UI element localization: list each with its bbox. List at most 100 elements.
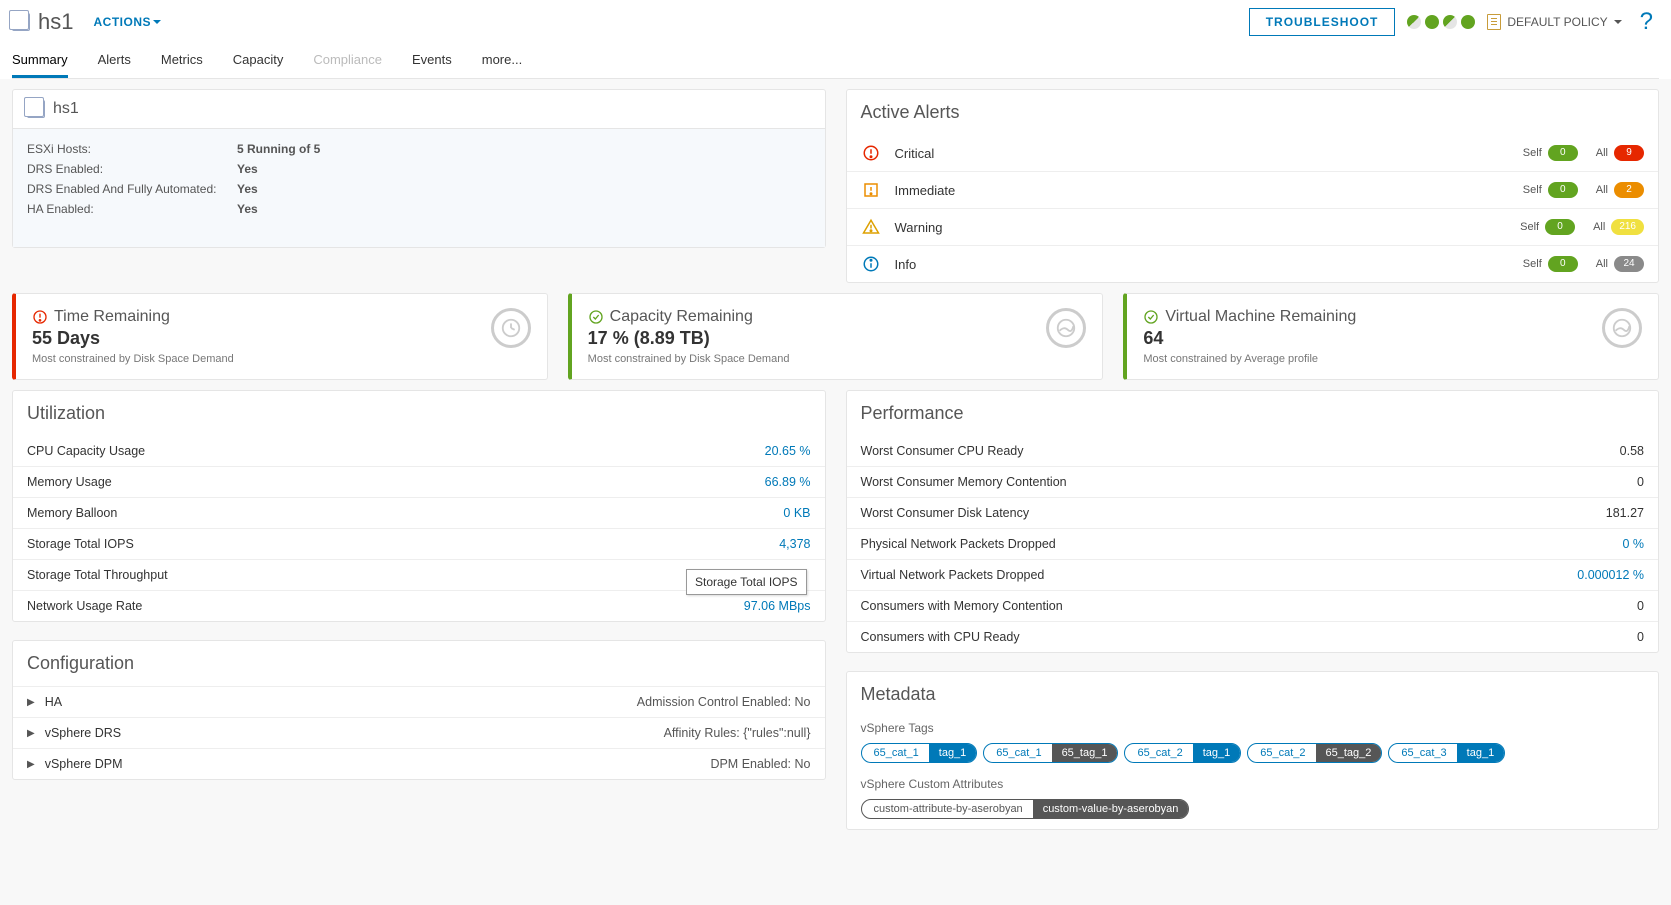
metric-row[interactable]: Memory Balloon 0 KB	[13, 497, 825, 528]
metric-value: 0	[1637, 630, 1644, 644]
tab-alerts[interactable]: Alerts	[98, 44, 131, 78]
metric-label: Worst Consumer CPU Ready	[861, 444, 1024, 458]
config-expand[interactable]: ▶vSphere DRS	[27, 726, 121, 740]
tag-category: 65_cat_2	[1248, 744, 1315, 762]
tab-summary[interactable]: Summary	[12, 44, 68, 78]
tag-value: tag_1	[1193, 744, 1241, 762]
config-expand[interactable]: ▶ vSphere DPM	[27, 757, 123, 771]
tag-value: tag_1	[1457, 744, 1505, 762]
metric-label: Network Usage Rate	[27, 599, 142, 613]
alert-severity-icon	[861, 143, 881, 163]
all-label: All	[1596, 184, 1608, 196]
panel-title: Active Alerts	[847, 90, 1659, 135]
config-value: Admission Control Enabled: No	[637, 695, 811, 709]
alert-row[interactable]: WarningSelf0All216	[847, 209, 1659, 246]
vsphere-tag[interactable]: 65_cat_165_tag_1	[983, 743, 1118, 763]
page-header: hs1 ACTIONS TROUBLESHOOT DEFAULT POLICY …	[0, 0, 1671, 79]
alert-row[interactable]: ImmediateSelf0All2	[847, 172, 1659, 209]
metric-row[interactable]: Consumers with CPU Ready 0	[847, 621, 1659, 652]
capacity-value: 55 Days	[32, 328, 234, 349]
all-count-pill: 9	[1614, 145, 1644, 161]
about-label: DRS Enabled And Fully Automated:	[27, 179, 237, 199]
actions-dropdown[interactable]: ACTIONS	[93, 15, 161, 29]
config-expand[interactable]: ▶HA	[27, 695, 62, 709]
metric-value: 20.65 %	[765, 444, 811, 458]
tag-value: 65_tag_1	[1052, 744, 1118, 762]
config-label: vSphere DRS	[45, 726, 121, 740]
vsphere-tag[interactable]: 65_cat_265_tag_2	[1247, 743, 1382, 763]
all-label: All	[1596, 147, 1608, 159]
self-count-pill: 0	[1548, 182, 1578, 198]
custom-attribute-tag[interactable]: custom-attribute-by-aserobyancustom-valu…	[861, 799, 1190, 819]
metric-value: 66.89 %	[765, 475, 811, 489]
about-label: DRS Enabled:	[27, 159, 237, 179]
vsphere-tag[interactable]: 65_cat_1tag_1	[861, 743, 978, 763]
capacity-icon	[1046, 308, 1086, 348]
all-count-pill: 216	[1611, 219, 1644, 235]
tag-category: 65_cat_3	[1389, 744, 1456, 762]
panel-title: Configuration	[13, 641, 825, 686]
metric-value: 0 %	[1622, 537, 1644, 551]
config-value: Affinity Rules: {"rules":null}	[664, 726, 811, 740]
capacity-card[interactable]: Capacity Remaining17 % (8.89 TB)Most con…	[568, 293, 1104, 380]
alert-severity-label: Immediate	[895, 183, 1523, 198]
all-count-pill: 24	[1614, 256, 1644, 272]
metric-label: Memory Balloon	[27, 506, 117, 520]
policy-label: DEFAULT POLICY	[1507, 15, 1607, 29]
metadata-subheader: vSphere Tags	[847, 717, 1659, 737]
capacity-card[interactable]: Virtual Machine Remaining64Most constrai…	[1123, 293, 1659, 380]
tab-events[interactable]: Events	[412, 44, 452, 78]
metric-row[interactable]: Consumers with Memory Contention0	[847, 590, 1659, 621]
health-dot	[1443, 15, 1457, 29]
alert-row[interactable]: InfoSelf0All24	[847, 246, 1659, 282]
tag-category: 65_cat_1	[984, 744, 1051, 762]
metric-row[interactable]: Physical Network Packets Dropped0 %	[847, 528, 1659, 559]
performance-panel: Performance Worst Consumer CPU Ready0.58…	[846, 390, 1660, 653]
page-title: hs1	[38, 9, 73, 35]
self-count-pill: 0	[1548, 145, 1578, 161]
tab-more[interactable]: more...	[482, 44, 522, 78]
metric-label: Storage Total Throughput	[27, 568, 168, 582]
chevron-right-icon: ▶	[27, 697, 35, 708]
vsphere-tag[interactable]: 65_cat_3tag_1	[1388, 743, 1505, 763]
vsphere-tag[interactable]: 65_cat_2tag_1	[1124, 743, 1241, 763]
alert-severity-label: Info	[895, 257, 1523, 272]
metric-row[interactable]: Memory Usage66.89 %	[13, 466, 825, 497]
capacity-sub: Most constrained by Disk Space Demand	[588, 353, 790, 365]
metric-row[interactable]: CPU Capacity Usage20.65 %	[13, 436, 825, 466]
policy-dropdown[interactable]: DEFAULT POLICY	[1487, 14, 1621, 30]
capacity-title: Time Remaining	[32, 308, 234, 326]
tab-capacity[interactable]: Capacity	[233, 44, 284, 78]
metric-label: Virtual Network Packets Dropped	[861, 568, 1045, 582]
alert-row[interactable]: CriticalSelf0All9	[847, 135, 1659, 172]
capacity-card[interactable]: Time Remaining55 DaysMost constrained by…	[12, 293, 548, 380]
troubleshoot-button[interactable]: TROUBLESHOOT	[1249, 8, 1396, 36]
metric-value: 0	[1637, 599, 1644, 613]
cluster-icon	[27, 100, 45, 118]
self-label: Self	[1520, 221, 1539, 233]
metric-label: Consumers with CPU Ready	[861, 630, 1020, 644]
metric-label: Storage Total IOPS	[27, 537, 134, 551]
panel-title: Performance	[847, 391, 1659, 436]
config-row: ▶HA Admission Control Enabled: No	[13, 686, 825, 717]
metadata-panel: Metadata vSphere Tags 65_cat_1tag_165_ca…	[846, 671, 1660, 830]
tab-metrics[interactable]: Metrics	[161, 44, 203, 78]
metric-row[interactable]: Storage Total IOPS4,378	[13, 528, 825, 559]
capacity-cards: Time Remaining 55 Days Most constrained by…	[12, 293, 1659, 380]
all-label: All	[1596, 258, 1608, 270]
metric-row[interactable]: Worst Consumer CPU Ready0.58	[847, 436, 1659, 466]
alert-severity-icon	[861, 180, 881, 200]
metric-value: 0 KB	[783, 506, 810, 520]
tag-category: 65_cat_1	[862, 744, 929, 762]
health-indicators[interactable]	[1407, 15, 1475, 29]
about-value: Yes	[237, 179, 258, 199]
capacity-title: Capacity Remaining	[588, 308, 790, 326]
about-row: DRS Enabled:Yes	[27, 159, 811, 179]
chevron-right-icon: ▶	[27, 759, 35, 770]
metric-row[interactable]: Worst Consumer Memory Contention0	[847, 466, 1659, 497]
metric-row[interactable]: Worst Consumer Disk Latency181.27	[847, 497, 1659, 528]
metric-row[interactable]: Virtual Network Packets Dropped0.000012 …	[847, 559, 1659, 590]
about-value: 5 Running of 5	[237, 139, 320, 159]
help-icon[interactable]: ?	[1634, 8, 1659, 36]
config-label: vSphere DPM	[45, 757, 123, 771]
